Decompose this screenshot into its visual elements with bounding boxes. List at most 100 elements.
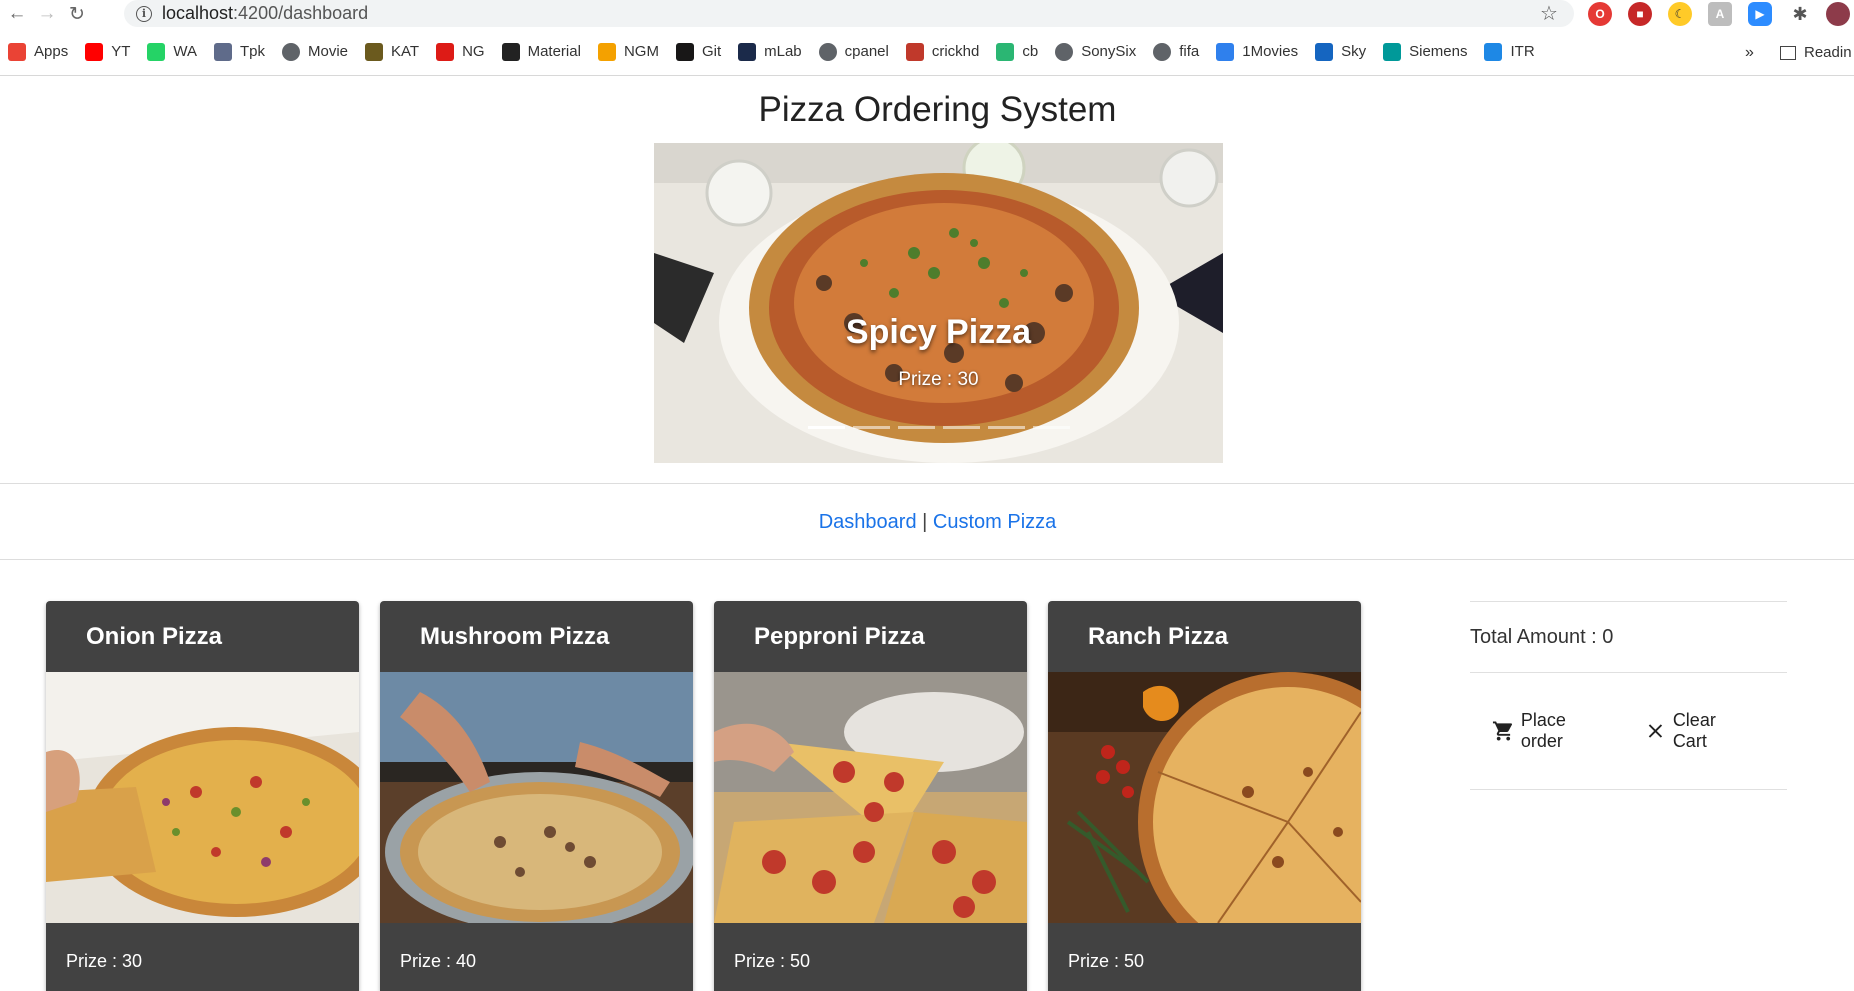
bookmark-material[interactable]: Material (501, 42, 581, 61)
material-icon (501, 42, 520, 61)
card-price: Prize : 50 (1068, 951, 1145, 971)
1movies-icon (1216, 42, 1235, 61)
globe-icon (1055, 42, 1074, 61)
bookmarks-bar: Apps YT WA Tpk Movie KAT NG Material NGM Git mLab c… (0, 28, 1854, 76)
globe-icon (1153, 42, 1172, 61)
address-bar[interactable]: i localhost :4200/dashboard (124, 0, 1574, 27)
bookmark-label: ITR (1510, 43, 1535, 60)
bookmark-star-icon[interactable]: ☆ (1540, 1, 1558, 26)
bookmark-crickhd[interactable]: crickhd (905, 42, 979, 61)
browser-toolbar: ← → ↻ i localhost :4200/dashboard ☆ O ■ … (0, 0, 1854, 28)
bookmark-1movies[interactable]: 1Movies (1216, 42, 1299, 61)
carousel-indicator[interactable] (898, 426, 935, 429)
ie-icon (1484, 42, 1503, 61)
carousel-slide-price: Prize : 30 (898, 369, 979, 390)
forward-icon[interactable]: → (34, 1, 60, 27)
bookmark-label: Siemens (1409, 43, 1468, 60)
bookmark-sky[interactable]: Sky (1315, 42, 1366, 61)
bookmark-sonysix[interactable]: SonySix (1055, 42, 1137, 61)
bookmark-cpanel[interactable]: cpanel (818, 42, 889, 61)
site-info-icon[interactable]: i (136, 5, 152, 22)
pizza-carousel[interactable]: Spicy Pizza Prize : 30 (654, 143, 1223, 463)
bookmark-apps[interactable]: Apps (8, 42, 69, 61)
pepperoni-pizza-image (714, 672, 1027, 923)
siemens-icon (1383, 42, 1402, 61)
card-title: Pepproni Pizza (754, 622, 925, 650)
zoom-extension-icon[interactable]: ▶ (1748, 2, 1772, 26)
bookmark-movie[interactable]: Movie (282, 42, 348, 61)
reload-icon[interactable]: ↻ (64, 1, 90, 27)
bookmark-kat[interactable]: KAT (365, 42, 420, 61)
dashboard-link[interactable]: Dashboard (819, 511, 917, 533)
nav-menu: Dashboard | Custom Pizza (0, 511, 1854, 534)
carousel-indicator[interactable] (1033, 426, 1070, 429)
angular-icon (436, 42, 455, 61)
bookmark-label: Apps (34, 43, 69, 60)
place-order-button[interactable]: Place order (1492, 710, 1602, 752)
onion-pizza-image (46, 672, 359, 923)
profile-avatar[interactable] (1826, 2, 1850, 26)
github-icon (675, 42, 694, 61)
reading-list-icon (1780, 45, 1796, 60)
pizza-card-ranch[interactable]: Ranch Pizza Prize : 50 (1048, 601, 1361, 991)
carousel-pizza-image (654, 143, 1223, 463)
place-order-label: Place order (1520, 710, 1566, 751)
carousel-indicator[interactable] (943, 426, 980, 429)
reading-list-button[interactable]: Readin (1780, 44, 1852, 61)
extensions-puzzle-icon[interactable]: ✱ (1788, 2, 1812, 26)
bookmarks-overflow-button[interactable]: » (1745, 44, 1754, 62)
carousel-indicator[interactable] (853, 426, 890, 429)
bookmark-ng[interactable]: NG (436, 42, 485, 61)
bookmark-label: fifa (1179, 43, 1200, 60)
bookmark-label: mLab (764, 43, 802, 60)
divider (0, 483, 1854, 484)
bookmark-label: cb (1022, 43, 1039, 60)
bookmark-yt[interactable]: YT (85, 42, 130, 61)
menu-separator: | (916, 511, 933, 533)
translate-extension-icon[interactable]: A (1708, 2, 1732, 26)
bookmark-ngm[interactable]: NGM (597, 42, 659, 61)
shield-extension-icon[interactable]: ■ (1628, 2, 1652, 26)
whatsapp-icon (147, 42, 166, 61)
bookmark-wa[interactable]: WA (147, 42, 197, 61)
bookmark-siemens[interactable]: Siemens (1383, 42, 1468, 61)
bookmark-label: WA (173, 43, 197, 60)
page-title: Pizza Ordering System (758, 90, 1117, 129)
clear-cart-button[interactable]: Clear Cart (1644, 710, 1745, 752)
opera-extension-icon[interactable]: O (1588, 2, 1612, 26)
apps-grid-icon (8, 42, 26, 61)
custom-pizza-link[interactable]: Custom Pizza (933, 511, 1056, 533)
bookmark-itr[interactable]: ITR (1484, 42, 1535, 61)
moon-extension-icon[interactable]: ☾ (1668, 2, 1692, 26)
close-icon (1648, 724, 1663, 738)
globe-icon (282, 42, 300, 61)
carousel-indicator[interactable] (988, 426, 1025, 429)
bookmark-cb[interactable]: cb (996, 42, 1039, 61)
carousel-indicators (808, 426, 1070, 429)
play-circle-icon (213, 42, 232, 61)
pizza-card-pepperoni[interactable]: Pepproni Pizza Prize : 50 (714, 601, 1027, 991)
ranch-pizza-image (1048, 672, 1361, 972)
cb-icon (996, 42, 1015, 61)
url-host: localhost (162, 3, 234, 23)
pizza-card-list: Onion Pizza Prize : 30 Mushroom Pizza Pr… (46, 601, 1361, 991)
bookmark-label: 1Movies (1242, 43, 1299, 60)
clear-cart-label: Clear Cart (1672, 710, 1716, 751)
divider (1470, 789, 1787, 790)
bookmark-fifa[interactable]: fifa (1153, 42, 1200, 61)
card-title: Mushroom Pizza (420, 622, 610, 650)
total-amount: Total Amount : 0 (1470, 625, 1614, 648)
card-title: Ranch Pizza (1088, 622, 1229, 650)
pizza-card-onion[interactable]: Onion Pizza Prize : 30 (46, 601, 359, 991)
youtube-icon (85, 42, 104, 61)
ngm-icon (597, 42, 616, 61)
bookmark-label: Tpk (239, 43, 265, 60)
carousel-indicator[interactable] (808, 426, 845, 429)
bookmark-tpk[interactable]: Tpk (213, 42, 265, 61)
bookmark-git[interactable]: Git (675, 42, 721, 61)
back-icon[interactable]: ← (4, 1, 30, 27)
bookmark-label: KAT (391, 43, 420, 60)
bookmark-label: SonySix (1081, 43, 1137, 60)
pizza-card-mushroom[interactable]: Mushroom Pizza Prize : 40 (380, 601, 693, 991)
bookmark-mlab[interactable]: mLab (738, 42, 802, 61)
